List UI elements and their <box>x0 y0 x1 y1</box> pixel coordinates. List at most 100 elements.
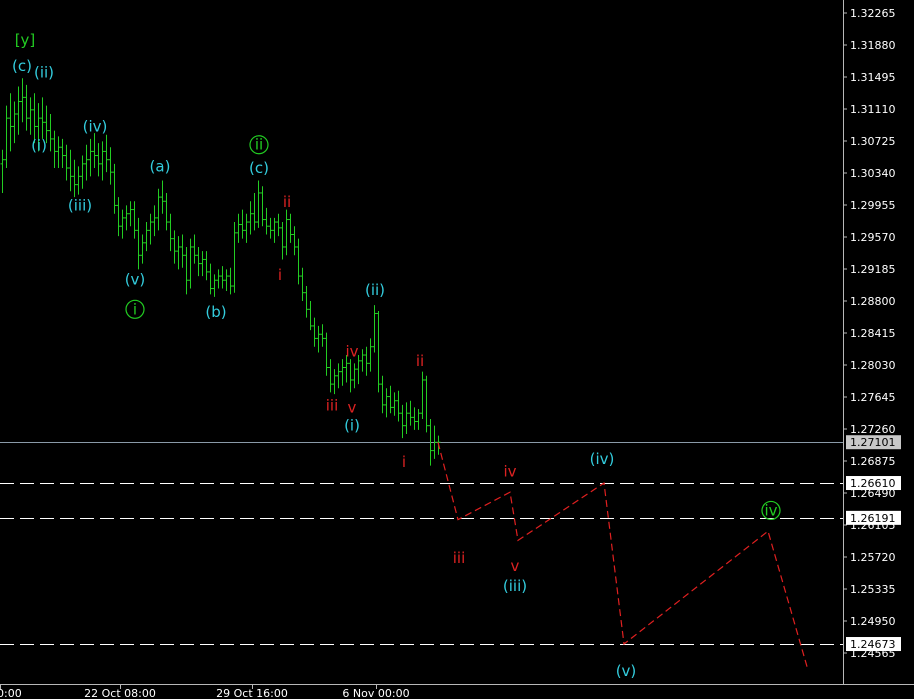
wave-label: (iv) <box>590 450 615 468</box>
price-bar <box>184 246 189 295</box>
wave-label: i <box>278 266 282 284</box>
price-bar <box>144 222 149 252</box>
wave-labels: [y](c) (ii)(i)(iii)(iv)(a)(v)i (b)ii(c)iii… <box>12 31 781 680</box>
price-bar <box>64 144 69 181</box>
price-bar <box>304 286 309 318</box>
price-bar <box>400 404 405 439</box>
price-tick-label: 1.29955 <box>850 199 896 212</box>
wave-label: (ii) <box>365 281 385 299</box>
wave-label: iii <box>453 549 466 567</box>
price-bar <box>124 205 129 231</box>
price-bar <box>0 149 5 193</box>
price-tick-label: 1.29570 <box>850 231 896 244</box>
price-bar <box>24 84 29 131</box>
price-bar <box>392 392 397 416</box>
price-bar <box>148 213 153 245</box>
wave-label: (iii) <box>68 196 92 214</box>
wave-label: i <box>133 300 137 318</box>
price-bar <box>292 226 297 256</box>
price-bar <box>160 180 165 214</box>
price-bar <box>128 201 133 227</box>
price-bar <box>348 359 353 393</box>
price-bar <box>312 317 317 347</box>
price-bar <box>176 236 181 270</box>
price-bar <box>200 251 205 277</box>
price-bar <box>196 246 201 277</box>
price-bar <box>120 209 125 239</box>
price-bar <box>268 217 273 239</box>
price-bar <box>412 407 417 430</box>
wave-label: i <box>402 453 406 471</box>
price-bar <box>72 159 77 198</box>
price-bar <box>116 197 121 237</box>
price-tick-label: 1.28800 <box>850 295 896 308</box>
price-bar <box>164 192 169 231</box>
price-bar <box>284 209 289 256</box>
price-bar <box>376 310 381 393</box>
price-bar <box>316 325 321 353</box>
price-tick-label: 1.28415 <box>850 327 896 340</box>
time-tick-label: 6 Nov 00:00 <box>342 687 409 699</box>
wave-label: ii <box>255 136 263 154</box>
price-bar <box>272 217 277 243</box>
price-bar <box>420 371 425 420</box>
price-bar <box>68 149 73 192</box>
price-bar <box>208 263 213 295</box>
wave-label: iv <box>345 343 358 361</box>
price-bar <box>220 266 225 289</box>
price-bar <box>264 207 269 235</box>
wave-label: (c) <box>249 159 269 177</box>
price-bar <box>408 400 413 426</box>
price-bar <box>240 209 245 239</box>
level-price-label: 1.24673 <box>850 638 896 651</box>
price-bar <box>76 166 81 195</box>
price-bar <box>48 113 53 152</box>
price-bar <box>216 269 221 289</box>
wave-label: iii <box>326 397 339 415</box>
price-bar <box>260 186 265 227</box>
price-bar <box>324 332 329 376</box>
price-tick-label: 1.31880 <box>850 39 896 52</box>
horizontal-levels <box>0 442 843 645</box>
price-bar <box>8 93 13 152</box>
price-bar <box>4 105 9 169</box>
price-tick-label: 1.31495 <box>850 71 896 84</box>
price-bar <box>92 133 97 169</box>
price-bar <box>52 130 57 169</box>
price-bar <box>288 213 293 243</box>
price-bar <box>232 222 237 293</box>
price-tick-label: 1.27645 <box>850 391 896 404</box>
wave-label: v <box>511 557 520 575</box>
price-bar <box>84 144 89 181</box>
price-bar <box>60 138 65 169</box>
price-bar <box>180 234 185 268</box>
time-tick-label: 22 Oct 08:00 <box>84 687 156 699</box>
price-bar <box>204 251 209 281</box>
projection-line <box>437 442 809 671</box>
price-tick-label: 1.28030 <box>850 359 896 372</box>
price-bar <box>424 375 429 433</box>
price-bar <box>336 363 341 389</box>
price-bar <box>192 234 197 264</box>
price-bar <box>224 269 229 292</box>
price-bar <box>384 388 389 418</box>
price-bar <box>212 274 217 297</box>
wave-label: ii <box>416 352 424 370</box>
price-bar <box>28 97 33 135</box>
axes: 1.32265 1.31880 1.31495 1.31110 1.30725 1.303… <box>0 0 914 699</box>
price-bar <box>236 213 241 243</box>
price-bar <box>388 385 393 414</box>
price-tick-label: 1.30340 <box>850 167 896 180</box>
price-tick-label: 1.32265 <box>850 7 896 20</box>
wave-label: (ii) <box>34 63 54 81</box>
price-tick-label: 1.24950 <box>850 615 896 628</box>
price-bar <box>328 359 333 393</box>
price-bar <box>108 147 113 185</box>
price-bar <box>100 141 105 181</box>
price-bar <box>172 230 177 264</box>
price-bar <box>404 402 409 434</box>
price-tick-label: 1.25720 <box>850 551 896 564</box>
wave-label: [y] <box>15 31 36 49</box>
price-bar <box>280 222 285 260</box>
price-bar <box>104 134 109 173</box>
